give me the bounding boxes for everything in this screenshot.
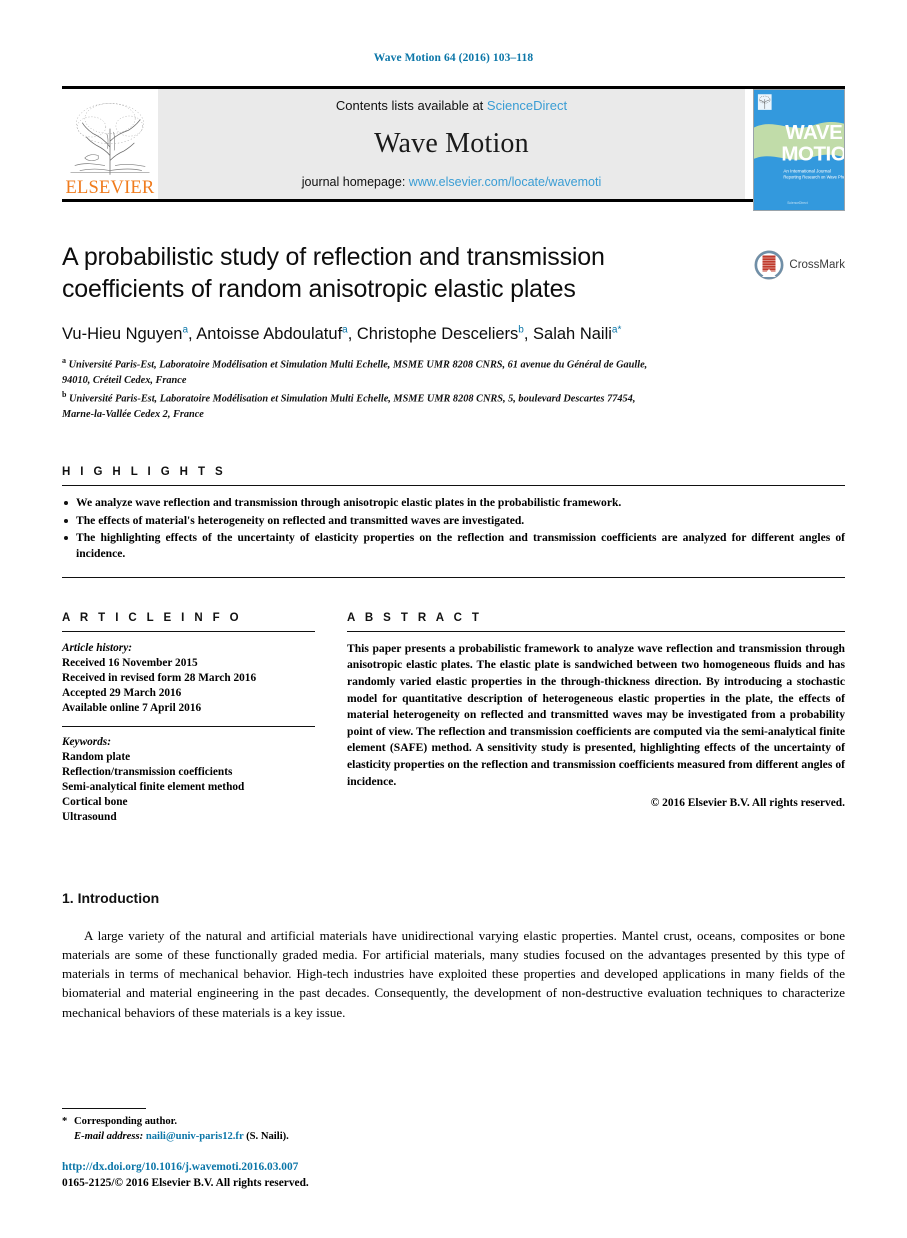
history-item: Accepted 29 March 2016 xyxy=(62,686,182,699)
svg-text:ScienceDirect: ScienceDirect xyxy=(787,201,808,205)
article-info-body: Article history: Received 16 November 20… xyxy=(62,641,315,825)
highlights-list: We analyze wave reflection and transmiss… xyxy=(62,495,845,563)
highlights-rule xyxy=(62,485,845,487)
affiliation-line: Université Paris-Est, Laboratoire Modéli… xyxy=(69,393,636,405)
affiliation-mark: a xyxy=(62,356,66,366)
journal-cover-thumbnail: WAVE MOTION An International Journal Rep… xyxy=(753,89,845,211)
author-name: Christophe Desceliers xyxy=(356,325,519,343)
masthead-bar: ELSEVIER Contents lists available at Sci… xyxy=(62,89,745,199)
contents-prefix: Contents lists available at xyxy=(335,98,487,113)
keywords-group: Keywords: Random plate Reflection/transm… xyxy=(62,735,315,825)
keyword-item: Reflection/transmission coefficients xyxy=(62,766,233,779)
article-info-rule xyxy=(62,630,315,632)
keyword-item: Semi-analytical finite element method xyxy=(62,781,245,794)
info-abstract-columns: A R T I C L E I N F O Article history: R… xyxy=(62,612,845,834)
keyword-item: Ultrasound xyxy=(62,811,117,824)
journal-article-page: Wave Motion 64 (2016) 103–118 ELSEVIER C… xyxy=(0,0,907,1238)
affiliation-line: Marne-la-Vallée Cedex 2, France xyxy=(62,408,204,420)
page-content: Wave Motion 64 (2016) 103–118 ELSEVIER C… xyxy=(62,0,845,1022)
article-history-group: Article history: Received 16 November 20… xyxy=(62,641,315,716)
crossmark-icon xyxy=(754,250,784,280)
masthead-bottom-rule xyxy=(62,199,845,202)
author-name: Salah Naili xyxy=(533,325,612,343)
keywords-label: Keywords: xyxy=(62,735,111,748)
history-item: Available online 7 April 2016 xyxy=(62,701,202,714)
keyword-item: Cortical bone xyxy=(62,796,128,809)
affiliation-item: b Université Paris-Est, Laboratoire Modé… xyxy=(62,389,762,407)
svg-text:MOTION: MOTION xyxy=(781,143,844,166)
list-item: We analyze wave reflection and transmiss… xyxy=(62,495,845,511)
affiliation-item: a Université Paris-Est, Laboratoire Modé… xyxy=(62,355,762,373)
affiliation-line: 94010, Créteil Cedex, France xyxy=(62,375,187,387)
footnote-star: * xyxy=(62,1116,68,1127)
list-item: The effects of material's heterogeneity … xyxy=(62,513,845,529)
abstract-section: A B S T R A C T This paper presents a pr… xyxy=(347,612,845,834)
affiliation-list: a Université Paris-Est, Laboratoire Modé… xyxy=(62,355,762,422)
doi-block: http://dx.doi.org/10.1016/j.wavemoti.201… xyxy=(62,1159,845,1191)
elsevier-wordmark: ELSEVIER xyxy=(65,177,155,198)
doi-link[interactable]: http://dx.doi.org/10.1016/j.wavemoti.201… xyxy=(62,1159,845,1175)
email-suffix: (S. Naili). xyxy=(246,1131,289,1143)
author-separator: , xyxy=(347,325,357,343)
journal-cover-art: WAVE MOTION An International Journal Rep… xyxy=(754,90,844,210)
page-title: A probabilistic study of reflection and … xyxy=(62,243,605,303)
author-name: Vu-Hieu Nguyen xyxy=(62,325,183,343)
article-info-heading: A R T I C L E I N F O xyxy=(62,611,243,624)
affiliation-mark: b xyxy=(62,390,67,400)
history-item: Received in revised form 28 March 2016 xyxy=(62,671,257,684)
contents-available-line: Contents lists available at ScienceDirec… xyxy=(336,98,567,113)
author-separator: , xyxy=(523,325,534,343)
author-entry: Salah Nailia* xyxy=(533,325,621,344)
crossmark-label: CrossMark xyxy=(789,259,845,271)
email-link[interactable]: naili@univ-paris12.fr xyxy=(146,1131,244,1142)
abstract-rule xyxy=(347,630,845,632)
abstract-text: This paper presents a probabilistic fram… xyxy=(347,641,845,788)
author-list: Vu-Hieu Nguyena, Antoisse Abdoulatufa, C… xyxy=(62,324,722,346)
author-entry: Vu-Hieu Nguyena, xyxy=(62,325,196,344)
introduction-heading: 1. Introduction xyxy=(62,890,160,907)
abstract-heading: A B S T R A C T xyxy=(347,611,483,624)
keywords-rule xyxy=(62,725,315,727)
affiliation-item-cont: 94010, Créteil Cedex, France xyxy=(62,374,762,388)
author-entry: Christophe Desceliersb, xyxy=(356,325,534,344)
affiliation-item-cont: Marne-la-Vallée Cedex 2, France xyxy=(62,408,762,422)
introduction-paragraph: A large variety of the natural and artif… xyxy=(62,928,845,1020)
highlights-heading: H I G H L I G H T S xyxy=(62,466,227,479)
highlights-section: H I G H L I G H T S We analyze wave refl… xyxy=(62,466,845,578)
affiliation-line: Université Paris-Est, Laboratoire Modéli… xyxy=(68,359,648,371)
homepage-prefix: journal homepage: xyxy=(301,175,409,189)
article-info-section: A R T I C L E I N F O Article history: R… xyxy=(62,612,315,834)
corresponding-author-text: Corresponding author. xyxy=(74,1116,178,1127)
running-head: Wave Motion 64 (2016) 103–118 xyxy=(373,52,534,64)
masthead-center: Contents lists available at ScienceDirec… xyxy=(158,89,745,199)
page-footer: * Corresponding author. E-mail address: … xyxy=(62,1108,845,1191)
issn-copyright-line: 0165-2125/© 2016 Elsevier B.V. All right… xyxy=(62,1176,309,1189)
title-block: CrossMark A probabilistic study of refle… xyxy=(62,242,845,422)
author-affiliation-mark[interactable]: a* xyxy=(612,325,621,336)
crossmark-badge[interactable]: CrossMark xyxy=(754,250,845,280)
footnote-rule xyxy=(62,1108,146,1109)
article-history-label: Article history: xyxy=(62,641,132,654)
journal-homepage-line: journal homepage: www.elsevier.com/locat… xyxy=(302,175,601,189)
journal-homepage-link[interactable]: www.elsevier.com/locate/wavemoti xyxy=(409,175,601,189)
journal-title: Wave Motion xyxy=(374,128,529,159)
svg-text:Reporting Research on Wave Phe: Reporting Research on Wave Phenomena xyxy=(783,174,844,179)
svg-text:WAVE: WAVE xyxy=(785,121,842,144)
history-item: Received 16 November 2015 xyxy=(62,656,198,669)
keyword-item: Random plate xyxy=(62,751,131,763)
journal-masthead: ELSEVIER Contents lists available at Sci… xyxy=(62,86,845,211)
highlights-bottom-rule xyxy=(62,576,845,578)
svg-text:An International Journal: An International Journal xyxy=(783,169,831,174)
author-entry: Antoisse Abdoulatufa, xyxy=(196,325,357,344)
abstract-copyright: © 2016 Elsevier B.V. All rights reserved… xyxy=(650,797,845,810)
corresponding-author-note: * Corresponding author. E-mail address: … xyxy=(62,1114,845,1145)
author-name: Antoisse Abdoulatuf xyxy=(196,325,343,343)
email-address-label: E-mail address: xyxy=(74,1131,144,1143)
elsevier-logo: ELSEVIER xyxy=(62,89,158,199)
sciencedirect-link[interactable]: ScienceDirect xyxy=(487,98,567,113)
list-item: The highlighting effects of the uncertai… xyxy=(62,530,845,563)
introduction-section: 1. Introduction A large variety of the n… xyxy=(62,890,845,1022)
elsevier-tree-icon xyxy=(70,102,150,175)
